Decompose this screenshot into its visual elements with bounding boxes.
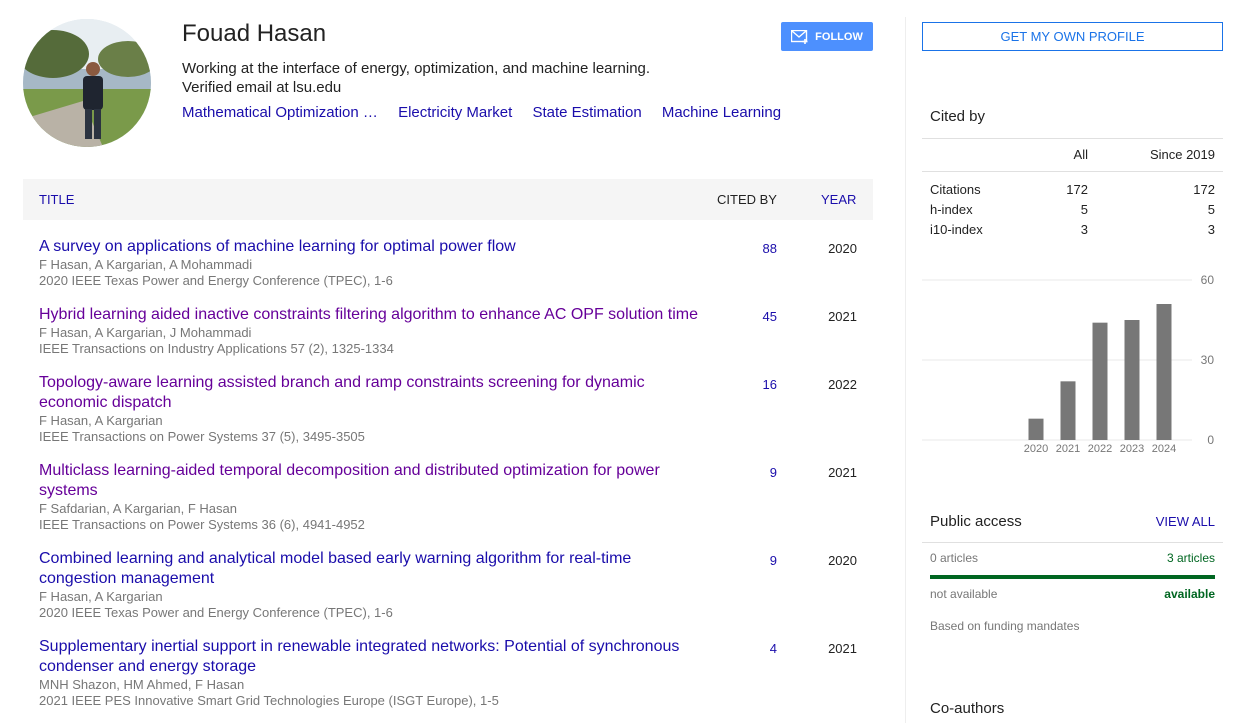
article-year: 2021 <box>828 309 857 324</box>
stat-label: Citations <box>930 182 981 197</box>
stat-label: i10-index <box>930 222 983 237</box>
column-divider <box>905 17 906 723</box>
divider <box>922 542 1223 543</box>
public-access-bar-fill <box>930 575 1215 579</box>
stat-since: 172 <box>1193 182 1215 197</box>
citation-bar[interactable] <box>1124 320 1140 440</box>
stat-all: 172 <box>1066 182 1088 197</box>
profile-email: Verified email at lsu.edu <box>182 79 342 96</box>
article-year: 2021 <box>828 465 857 480</box>
interest-link[interactable]: Electricity Market <box>398 104 512 121</box>
interest-link[interactable]: State Estimation <box>532 104 641 121</box>
divider <box>922 138 1223 139</box>
x-tick-label: 2021 <box>1056 443 1080 455</box>
stat-all: 3 <box>1080 222 1088 237</box>
article-authors: F Hasan, A Kargarian, J Mohammadi <box>39 325 252 340</box>
cited-count[interactable]: 16 <box>727 377 777 392</box>
cited-count[interactable]: 45 <box>727 309 777 324</box>
cited-count[interactable]: 4 <box>727 641 777 656</box>
article-title[interactable]: Multiclass learning-aided temporal decom… <box>39 461 709 501</box>
col-all-header: All <box>1073 147 1088 162</box>
article-year: 2020 <box>828 553 857 568</box>
col-since-header: Since 2019 <box>1149 147 1215 162</box>
interest-link[interactable]: Mathematical Optimization … <box>182 104 378 121</box>
public-access-bar <box>930 575 1215 579</box>
title-sort[interactable]: TITLE <box>39 192 74 207</box>
stat-label: h-index <box>930 202 973 217</box>
article-year: 2020 <box>828 241 857 256</box>
not-available-count: 0 articles <box>930 551 979 565</box>
articles-table-header: TITLE CITED BY YEAR <box>23 179 873 220</box>
stat-since: 5 <box>1207 202 1215 217</box>
not-available-label: not available <box>930 587 998 601</box>
citation-bar[interactable] <box>1156 304 1172 440</box>
cited-count[interactable]: 9 <box>727 553 777 568</box>
y-tick-label: 30 <box>1201 353 1215 367</box>
citation-bar[interactable] <box>1092 322 1108 440</box>
article-year: 2022 <box>828 377 857 392</box>
cited-by-title: Cited by <box>930 108 986 125</box>
article-title[interactable]: Supplementary inertial support in renewa… <box>39 637 709 677</box>
funding-mandates-note: Based on funding mandates <box>930 619 1080 633</box>
follow-label: FOLLOW <box>815 30 863 43</box>
citation-bar[interactable] <box>1028 418 1044 440</box>
x-tick-label: 2022 <box>1088 443 1112 455</box>
article-venue: IEEE Transactions on Power Systems 36 (6… <box>39 517 365 532</box>
profile-photo-image <box>23 19 151 147</box>
public-access-title: Public access <box>930 513 1022 530</box>
mail-icon <box>791 29 808 44</box>
coauthors-title: Co-authors <box>930 700 1005 717</box>
article-year: 2021 <box>828 641 857 656</box>
article-authors: MNH Shazon, HM Ahmed, F Hasan <box>39 677 245 692</box>
article-authors: F Hasan, A Kargarian, A Mohammadi <box>39 257 253 272</box>
y-tick-label: 0 <box>1207 433 1214 447</box>
x-tick-label: 2024 <box>1152 443 1176 455</box>
citations-chart: 60 30 0 2020 2021 2022 2023 2024 <box>922 273 1215 455</box>
stat-all: 5 <box>1080 202 1088 217</box>
article-venue: 2020 IEEE Texas Power and Energy Confere… <box>39 605 393 620</box>
article-title[interactable]: Hybrid learning aided inactive constrain… <box>39 305 709 325</box>
research-interests: Mathematical Optimization … Electricity … <box>182 104 797 121</box>
article-title[interactable]: Combined learning and analytical model b… <box>39 549 709 589</box>
get-own-profile-button[interactable]: GET MY OWN PROFILE <box>922 22 1223 51</box>
cited-count[interactable]: 88 <box>727 241 777 256</box>
article-venue: 2021 IEEE PES Innovative Smart Grid Tech… <box>39 693 499 708</box>
available-label: available <box>1164 587 1215 601</box>
follow-button[interactable]: FOLLOW <box>781 22 873 51</box>
cited-by-header[interactable]: CITED BY <box>717 192 777 207</box>
profile-name: Fouad Hasan <box>182 20 327 47</box>
interest-link[interactable]: Machine Learning <box>662 104 781 121</box>
profile-affiliation: Working at the interface of energy, opti… <box>182 60 651 77</box>
divider <box>922 171 1223 172</box>
article-title[interactable]: A survey on applications of machine lear… <box>39 237 709 257</box>
x-tick-label: 2020 <box>1024 443 1048 455</box>
citation-bar[interactable] <box>1060 381 1076 440</box>
article-authors: F Safdarian, A Kargarian, F Hasan <box>39 501 237 516</box>
article-venue: 2020 IEEE Texas Power and Energy Confere… <box>39 273 393 288</box>
cited-count[interactable]: 9 <box>727 465 777 480</box>
y-tick-label: 60 <box>1201 273 1215 287</box>
view-all-link[interactable]: VIEW ALL <box>1130 514 1215 529</box>
article-authors: F Hasan, A Kargarian <box>39 413 163 428</box>
available-count: 3 articles <box>1166 551 1215 565</box>
x-tick-label: 2023 <box>1120 443 1144 455</box>
profile-photo <box>23 19 151 147</box>
article-venue: IEEE Transactions on Industry Applicatio… <box>39 341 394 356</box>
year-sort[interactable]: YEAR <box>821 192 856 207</box>
article-title[interactable]: Topology-aware learning assisted branch … <box>39 373 709 413</box>
article-venue: IEEE Transactions on Power Systems 37 (5… <box>39 429 365 444</box>
stat-since: 3 <box>1207 222 1215 237</box>
article-authors: F Hasan, A Kargarian <box>39 589 163 604</box>
